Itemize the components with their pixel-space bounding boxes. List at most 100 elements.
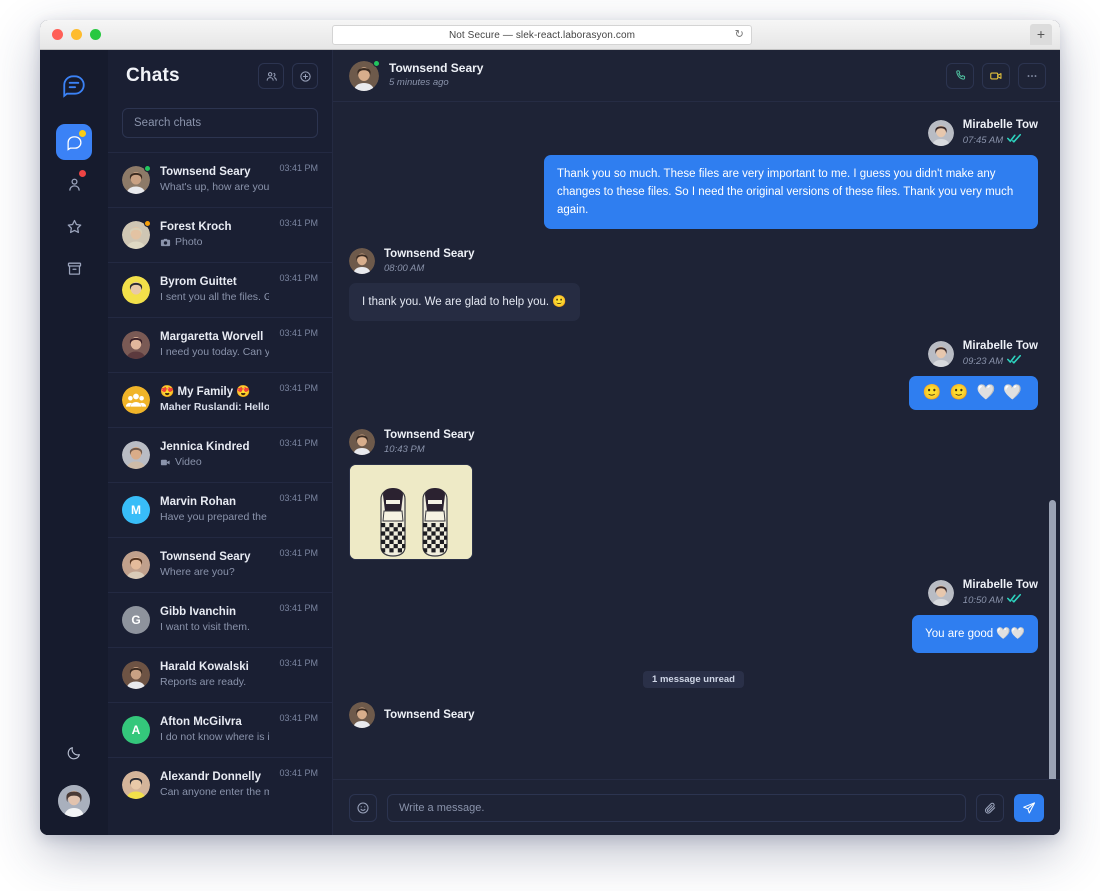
avatar-initial: G	[122, 606, 150, 634]
message-time: 10:50 AM	[963, 593, 1038, 607]
reload-icon[interactable]: ↻	[735, 29, 744, 41]
message-bubble[interactable]: 🙂 🙂 🤍 🤍	[908, 376, 1038, 410]
avatar: M	[122, 496, 150, 524]
message-bubble[interactable]: I thank you. We are glad to help you. 🙂	[349, 283, 580, 321]
chat-item-body: Gibb Ivanchin I want to visit them.	[160, 605, 269, 635]
message-avatar	[349, 429, 375, 455]
profile-avatar[interactable]	[58, 785, 90, 817]
conversation-header: Townsend Seary 5 minutes ago	[333, 50, 1060, 102]
avatar-photo	[122, 441, 150, 469]
sidebar-item-contacts[interactable]	[56, 166, 92, 202]
attach-file-button[interactable]	[976, 793, 1004, 822]
chat-item-preview: Photo	[160, 235, 269, 250]
chat-list-item[interactable]: Margaretta Worvell I need you today. Can …	[108, 317, 332, 372]
chat-list-actions	[258, 63, 318, 89]
chat-item-preview: Maher Ruslandi: Hello!!!	[160, 401, 270, 413]
chat-item-name: Harald Kowalski	[160, 661, 249, 673]
double-check-icon	[1007, 593, 1022, 607]
presence-indicator	[144, 165, 151, 172]
conversation-avatar[interactable]	[349, 59, 380, 91]
chat-list-item[interactable]: Jennica Kindred Video 03:41 PM	[108, 427, 332, 482]
chat-list-panel: Chats Search chats Townsend Seary What's…	[108, 50, 333, 835]
search-input[interactable]	[122, 108, 318, 138]
minimize-window-button[interactable]	[71, 29, 82, 40]
chat-list-item[interactable]: Alexandr Donnelly Can anyone enter the m.…	[108, 757, 332, 812]
avatar-photo	[122, 551, 150, 579]
message-meta: Townsend Seary 08:00 AM	[349, 247, 1038, 275]
conversation-panel: Townsend Seary 5 minutes ago Mirabelle T…	[333, 50, 1060, 835]
message-group: Mirabelle Tow 07:45 AM Thank you so much. …	[349, 118, 1038, 229]
chat-item-time: 03:41 PM	[279, 658, 318, 668]
message-input[interactable]	[387, 793, 966, 822]
message-avatar	[927, 340, 954, 367]
chat-list-item[interactable]: A Afton McGilvra I do not know where is it…	[108, 702, 332, 757]
message-bubble[interactable]: You are good 🤍🤍	[912, 615, 1038, 653]
avatar: A	[122, 716, 150, 744]
message-meta: Mirabelle Tow 07:45 AM	[349, 118, 1038, 147]
message-meta-text: Townsend Seary	[384, 708, 475, 723]
avatar	[122, 661, 150, 689]
message-list[interactable]: Mirabelle Tow 07:45 AM Thank you so much. …	[333, 102, 1060, 779]
chat-list-item[interactable]: 😍 My Family 😍 Maher Ruslandi: Hello!!! 03:…	[108, 372, 332, 427]
chat-list-item[interactable]: Townsend Seary What's up, how are you? 03:…	[108, 152, 332, 207]
sidebar-item-favorites[interactable]	[56, 208, 92, 244]
chat-list-item[interactable]: Byrom Guittet I sent you all the files. G…	[108, 262, 332, 317]
message-meta-text: Townsend Seary 08:00 AM	[384, 247, 475, 275]
chat-item-body: Forest Kroch Photo	[160, 220, 269, 250]
avatar-photo	[122, 276, 150, 304]
emoji-picker-button[interactable]	[349, 793, 377, 822]
unread-divider: 1 message unread	[349, 671, 1038, 688]
contacts-button[interactable]	[258, 63, 284, 89]
chat-item-time: 03:41 PM	[279, 548, 318, 558]
message-bubble-row: Thank you so much. These files are very …	[349, 155, 1038, 229]
theme-toggle-moon-icon[interactable]	[56, 735, 92, 771]
chat-item-body: Marvin Rohan Have you prepared the f...	[160, 495, 269, 525]
avatar: G	[122, 606, 150, 634]
message-composer	[333, 779, 1060, 835]
video-call-button[interactable]	[982, 62, 1010, 89]
chat-item-preview: Have you prepared the f...	[160, 511, 270, 523]
avatar	[122, 551, 150, 579]
chat-list-item[interactable]: Forest Kroch Photo 03:41 PM	[108, 207, 332, 262]
chat-item-name: Gibb Ivanchin	[160, 606, 237, 618]
chat-item-time: 03:41 PM	[279, 328, 318, 338]
message-bubble-row: You are good 🤍🤍	[349, 615, 1038, 653]
contacts-badge	[79, 170, 86, 177]
address-bar[interactable]: Not Secure — slek-react.laborasyon.com ↻	[332, 25, 752, 45]
chat-list-item[interactable]: M Marvin Rohan Have you prepared the f... 0…	[108, 482, 332, 537]
more-options-button[interactable]	[1018, 62, 1046, 89]
chat-item-preview: I do not know where is it...	[160, 731, 270, 743]
message-time: 07:45 AM	[963, 133, 1038, 147]
new-tab-button[interactable]: +	[1030, 24, 1052, 45]
message-bubble[interactable]: Thank you so much. These files are very …	[544, 155, 1038, 229]
message-avatar	[349, 248, 375, 274]
send-message-button[interactable]	[1014, 793, 1044, 822]
chat-item-time: 03:41 PM	[279, 273, 318, 283]
app-logo-icon	[57, 68, 91, 102]
close-window-button[interactable]	[52, 29, 63, 40]
message-scrollbar[interactable]	[1049, 500, 1056, 779]
conversation-name: Townsend Seary	[389, 61, 484, 75]
chat-list-item[interactable]: Harald Kowalski Reports are ready. 03:41 P…	[108, 647, 332, 702]
maximize-window-button[interactable]	[90, 29, 101, 40]
chat-list-item[interactable]: G Gibb Ivanchin I want to visit them. 03:41…	[108, 592, 332, 647]
chat-item-name: Forest Kroch	[160, 221, 232, 233]
url-text: Not Secure — slek-react.laborasyon.com	[448, 29, 636, 41]
voice-call-button[interactable]	[946, 62, 974, 89]
chat-item-preview: Reports are ready.	[160, 676, 247, 688]
chat-list-header: Chats	[108, 50, 332, 102]
message-meta-text: Mirabelle Tow 10:50 AM	[963, 578, 1038, 607]
chat-list-items: Townsend Seary What's up, how are you? 03:…	[108, 152, 332, 835]
chat-item-body: Alexandr Donnelly Can anyone enter the m.…	[160, 770, 269, 800]
message-meta-text: Townsend Seary 10:43 PM	[384, 428, 475, 456]
message-bubble-row: I thank you. We are glad to help you. 🙂	[349, 283, 1038, 321]
message-image[interactable]	[349, 464, 473, 560]
new-chat-button[interactable]	[292, 63, 318, 89]
avatar	[122, 771, 150, 799]
chat-list-item[interactable]: Townsend Seary Where are you? 03:41 PM	[108, 537, 332, 592]
sidebar-item-archive[interactable]	[56, 250, 92, 286]
chat-item-preview: I need you today. Can y...	[160, 346, 270, 358]
avatar	[122, 276, 150, 304]
message-group: Townsend Seary 08:00 AM I thank you. We ar…	[349, 247, 1038, 321]
sidebar-item-chats[interactable]	[56, 124, 92, 160]
